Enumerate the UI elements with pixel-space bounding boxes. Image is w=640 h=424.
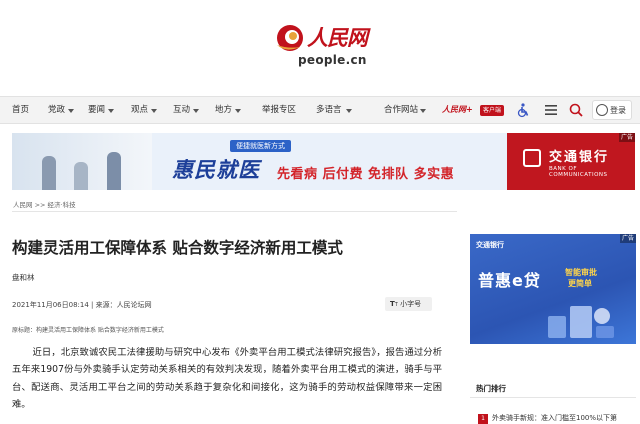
login-label: 登录 bbox=[610, 106, 626, 115]
site-logo[interactable]: 人民网 people.cn bbox=[268, 22, 378, 67]
ranking-number: 1 bbox=[478, 414, 488, 424]
logo-swirl-icon bbox=[277, 25, 303, 51]
banner-slogan: 先看病 后付费 免排队 多实惠 bbox=[277, 167, 455, 182]
article-author: 盘和林 bbox=[12, 273, 35, 282]
font-size-toggle[interactable]: TT 小字号 bbox=[385, 297, 432, 311]
side-ad-tag-1: 智能审批 bbox=[565, 268, 597, 277]
nav-item-home[interactable]: 首页 bbox=[12, 97, 29, 123]
login-button[interactable]: 登录 bbox=[592, 100, 632, 120]
chevron-down-icon bbox=[151, 109, 157, 113]
ad-tag: 广告 bbox=[618, 133, 635, 142]
chevron-down-icon bbox=[420, 109, 426, 113]
nav-item-partners[interactable]: 合作网站 bbox=[384, 97, 418, 123]
app-badge[interactable]: 客户端 bbox=[480, 105, 505, 116]
ranking-item[interactable]: 1 外卖骑手新规：准入门槛至100%以下第 bbox=[478, 413, 636, 424]
article-meta: 2021年11月06日08:14 | 来源：人民论坛网 bbox=[12, 301, 152, 309]
menu-icon[interactable] bbox=[543, 102, 559, 118]
ranking-title: 热门排行 bbox=[476, 384, 506, 393]
nav-item-party[interactable]: 党政 bbox=[48, 97, 65, 123]
side-ad-decoration bbox=[548, 306, 614, 338]
side-ad-headline: 普惠e贷 bbox=[478, 271, 541, 290]
chevron-down-icon bbox=[68, 109, 74, 113]
bank-name-en: BANK OF COMMUNICATIONS bbox=[549, 166, 608, 178]
nav-item-opinion[interactable]: 观点 bbox=[131, 97, 148, 123]
chevron-down-icon bbox=[108, 109, 114, 113]
nav-item-report[interactable]: 举报专区 bbox=[262, 97, 296, 123]
main-nav: 首页 党政 要闻 观点 互动 地方 举报专区 多语言 合作网站 人民网+ 客户端… bbox=[0, 96, 640, 124]
ad-tag: 广告 bbox=[619, 234, 636, 243]
banner-photo bbox=[12, 133, 152, 190]
side-ad[interactable]: 交通银行 普惠e贷 智能审批 更简单 广告 bbox=[470, 234, 636, 344]
divider bbox=[12, 211, 457, 212]
wheelchair-icon[interactable] bbox=[515, 102, 531, 118]
chevron-down-icon bbox=[346, 109, 352, 113]
search-icon[interactable] bbox=[568, 102, 584, 118]
article-title: 构建灵活用工保障体系 贴合数字经济新用工模式 bbox=[12, 239, 343, 257]
banner-subtitle: 便捷就医新方式 bbox=[230, 140, 291, 152]
top-banner-ad[interactable]: 便捷就医新方式 惠民就医 先看病 后付费 免排队 多实惠 交通银行 BANK O… bbox=[12, 133, 635, 190]
app-logo[interactable]: 人民网+ bbox=[442, 104, 473, 115]
bank-logo-block: 交通银行 BANK OF COMMUNICATIONS 广告 bbox=[507, 133, 635, 190]
ranking-item-text: 外卖骑手新规：准入门槛至100%以下第 bbox=[492, 414, 618, 422]
side-ad-bank: 交通银行 bbox=[476, 241, 504, 249]
nav-item-language[interactable]: 多语言 bbox=[316, 97, 342, 123]
article-paragraph: 近日，北京致诚农民工法律援助与研究中心发布《外卖平台用工模式法律研究报告》，报告… bbox=[12, 347, 442, 410]
breadcrumb[interactable]: 人民网 >> 经济·科技 bbox=[13, 199, 76, 209]
user-icon bbox=[596, 104, 608, 116]
font-size-label: 小字号 bbox=[400, 300, 422, 308]
side-ad-tag-2: 更简单 bbox=[568, 279, 592, 288]
chevron-down-icon bbox=[193, 109, 199, 113]
nav-item-local[interactable]: 地方 bbox=[215, 97, 232, 123]
banner-title: 惠民就医 bbox=[172, 158, 260, 182]
nav-item-interact[interactable]: 互动 bbox=[173, 97, 190, 123]
bank-name: 交通银行 bbox=[549, 150, 610, 165]
logo-text-cn: 人民网 bbox=[307, 25, 368, 50]
logo-text-en: people.cn bbox=[298, 53, 367, 67]
original-title-line: 原标题：构建灵活用工保障体系 贴合数字经济新用工模式 bbox=[12, 327, 164, 334]
chevron-down-icon bbox=[235, 109, 241, 113]
nav-item-news[interactable]: 要闻 bbox=[88, 97, 105, 123]
divider bbox=[470, 397, 636, 398]
bank-seal-icon bbox=[523, 149, 541, 167]
